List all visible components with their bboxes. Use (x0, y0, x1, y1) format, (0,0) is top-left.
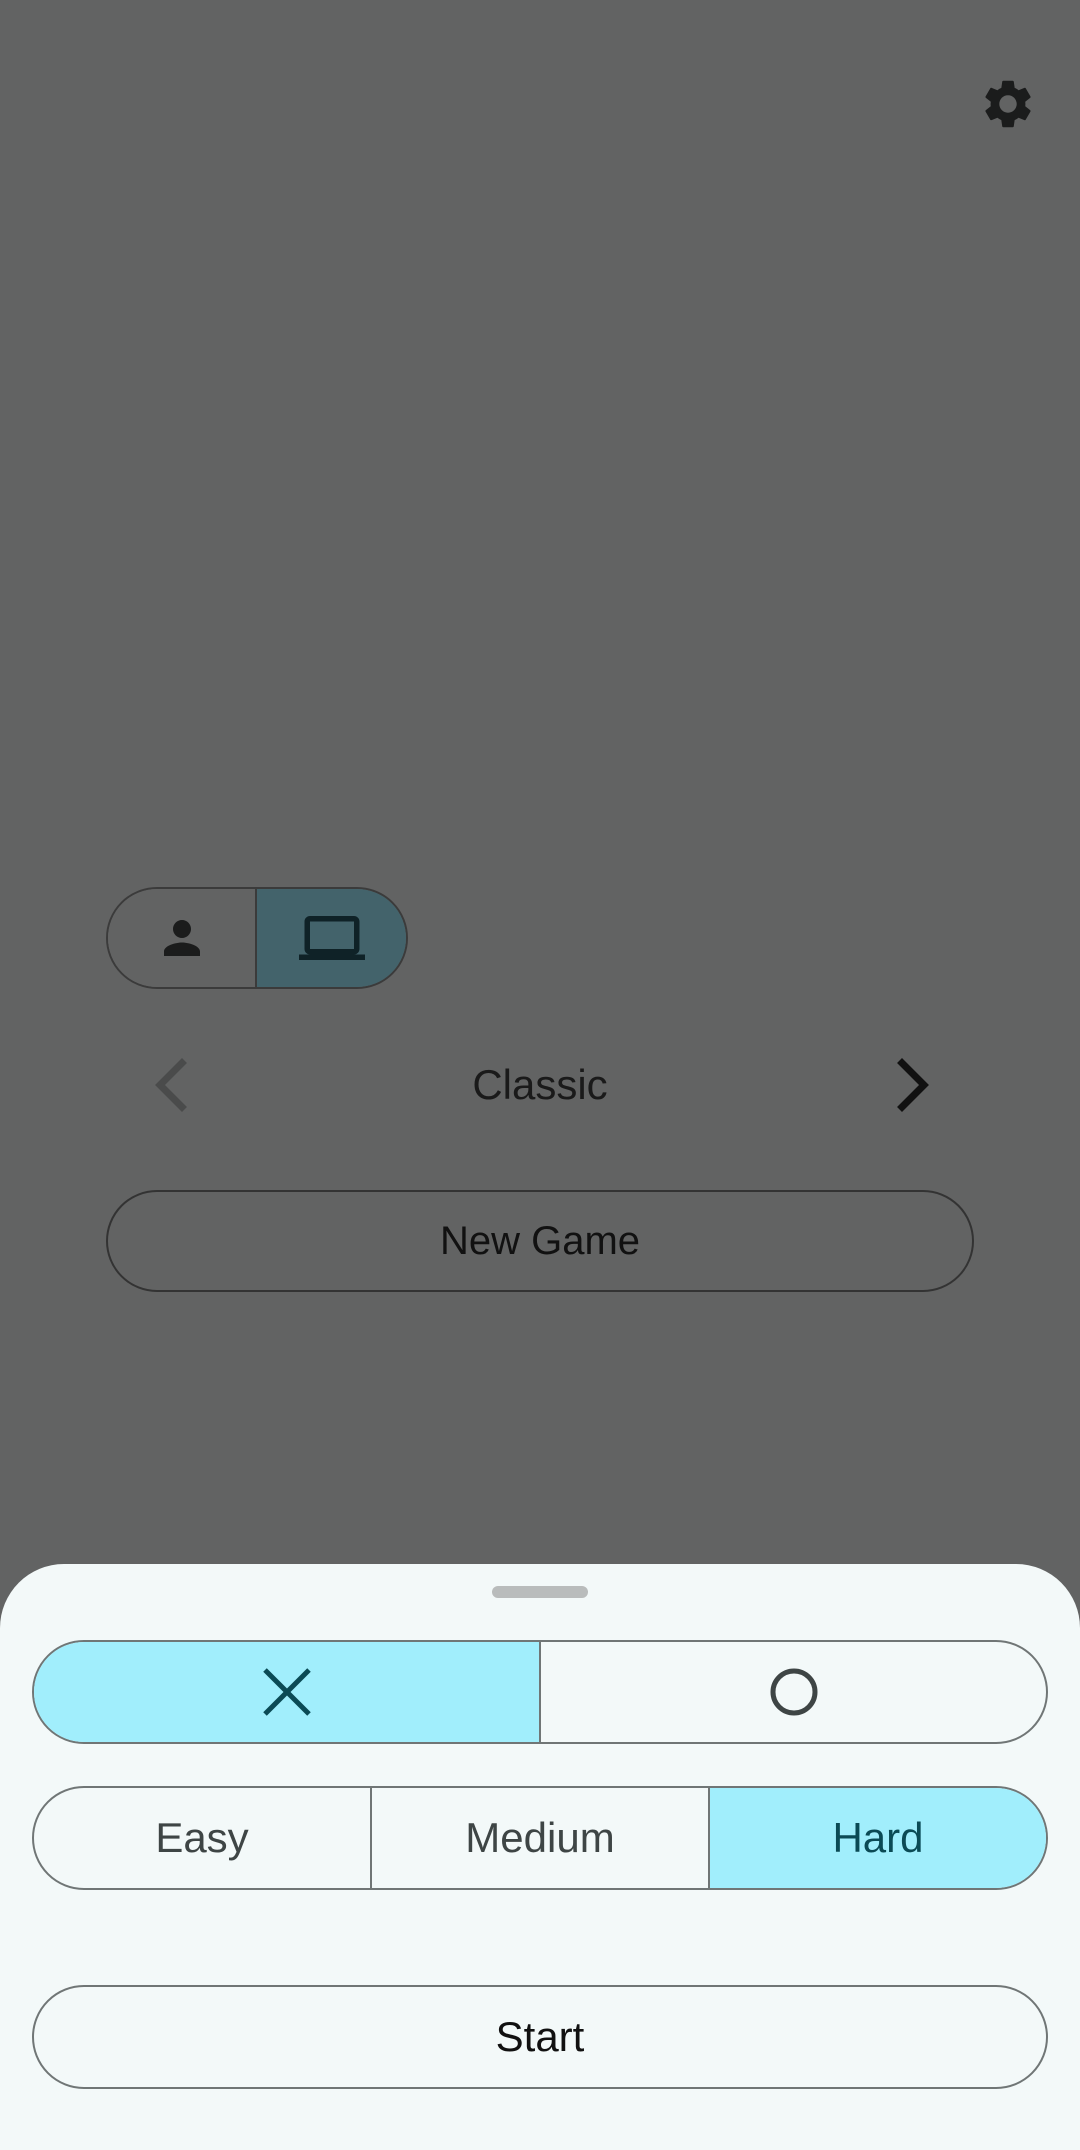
symbol-o-option[interactable] (539, 1642, 1046, 1742)
sheet-drag-handle[interactable] (492, 1586, 588, 1598)
laptop-icon (298, 916, 365, 960)
new-game-button[interactable]: New Game (106, 1190, 974, 1292)
difficulty-medium-option[interactable]: Medium (370, 1788, 708, 1888)
chevron-right-icon (897, 1058, 929, 1112)
settings-button[interactable] (970, 66, 1046, 142)
computer-player-option[interactable] (255, 889, 406, 987)
gear-icon (985, 80, 1031, 128)
chevron-left-icon (155, 1058, 187, 1112)
o-icon (770, 1668, 817, 1716)
game-mode-label: Classic (472, 1061, 608, 1108)
player-type-toggle (106, 887, 408, 989)
previous-mode-button[interactable] (140, 1050, 200, 1120)
start-button[interactable]: Start (32, 1985, 1048, 2089)
difficulty-hard-option[interactable]: Hard (708, 1788, 1046, 1888)
person-icon (163, 920, 200, 956)
difficulty-selector: Easy Medium Hard (32, 1786, 1048, 1890)
difficulty-easy-option[interactable]: Easy (34, 1788, 370, 1888)
symbol-x-option[interactable] (34, 1642, 539, 1742)
human-player-option[interactable] (108, 889, 256, 987)
symbol-selector (32, 1640, 1048, 1744)
x-icon (262, 1668, 311, 1716)
next-mode-button[interactable] (884, 1050, 944, 1120)
